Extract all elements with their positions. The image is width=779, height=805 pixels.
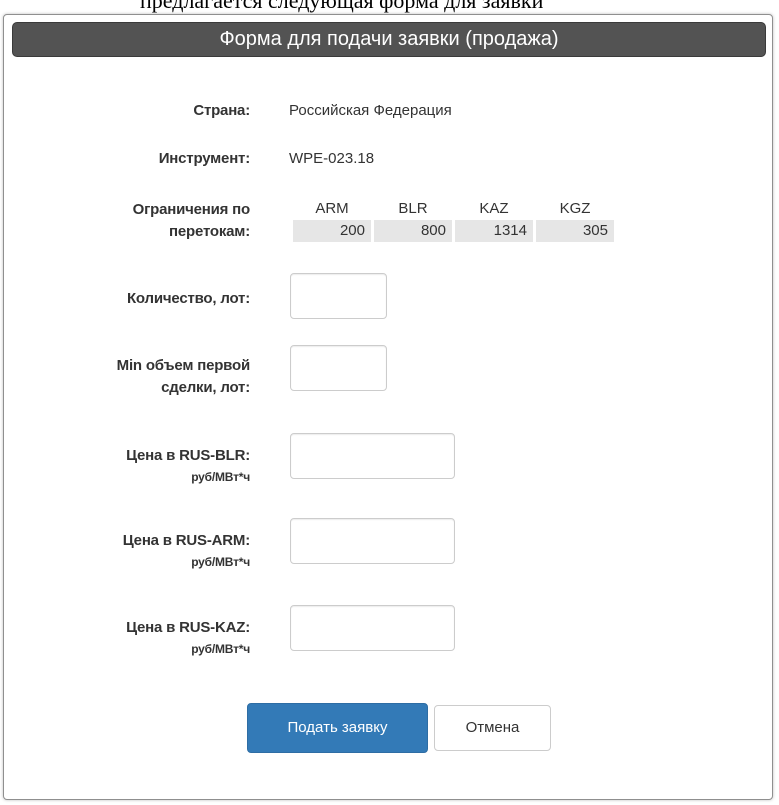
flow-limit-cell: 800 — [374, 220, 452, 242]
price-kaz-label-text: Цена в RUS-KAZ: — [126, 619, 250, 636]
price-arm-unit: руб/МВт*ч — [191, 555, 250, 569]
min-first-deal-input[interactable] — [290, 345, 387, 391]
cancel-button[interactable]: Отмена — [434, 705, 551, 751]
flow-limit-cell: 1314 — [455, 220, 533, 242]
price-arm-label-text: Цена в RUS-ARM: — [122, 532, 250, 549]
price-blr-input[interactable] — [290, 433, 455, 479]
flow-limits-label-line2: перетокам: — [169, 223, 250, 240]
price-kaz-input[interactable] — [290, 605, 455, 651]
quantity-label: Количество, лот: — [126, 290, 250, 307]
flow-limit-cell: 305 — [536, 220, 614, 242]
instrument-label: Инструмент: — [158, 150, 250, 167]
flow-limits-table: ARM BLR KAZ KGZ 200 800 1314 305 — [290, 198, 617, 242]
flow-limit-cell: 200 — [293, 220, 371, 242]
price-blr-label: Цена в RUS-BLR: руб/МВт*ч — [10, 445, 250, 485]
dialog-titlebar[interactable]: Форма для подачи заявки (продажа) — [12, 22, 766, 57]
price-kaz-label: Цена в RUS-KAZ: руб/МВт*ч — [10, 617, 250, 657]
min-first-deal-label-line1: Min объем первой — [116, 357, 251, 374]
min-first-deal-label-line2: сделки, лот: — [161, 379, 250, 396]
page-background-text: предлагается следующая форма для заявки — [140, 0, 544, 13]
country-value: Российская Федерация — [289, 102, 452, 119]
price-arm-label: Цена в RUS-ARM: руб/МВт*ч — [10, 530, 250, 570]
submit-button[interactable]: Подать заявку — [247, 703, 428, 753]
instrument-value: WPE-023.18 — [289, 150, 375, 167]
flow-limit-header: KGZ — [559, 200, 591, 217]
price-blr-label-text: Цена в RUS-BLR: — [126, 447, 250, 464]
flow-limit-header: KAZ — [479, 200, 509, 217]
quantity-input[interactable] — [290, 273, 387, 319]
flow-limits-label-line1: Ограничения по — [132, 201, 251, 218]
flow-limit-header: BLR — [398, 200, 428, 217]
min-first-deal-label: Min объем первой сделки, лот: — [10, 355, 251, 399]
flow-limit-header: ARM — [315, 200, 349, 217]
page-background-text-clip: предлагается следующая форма для заявки — [0, 0, 779, 14]
price-blr-unit: руб/МВт*ч — [191, 470, 250, 484]
dialog-title: Форма для подачи заявки (продажа) — [219, 28, 559, 50]
price-arm-input[interactable] — [290, 518, 455, 564]
country-label: Страна: — [193, 102, 250, 119]
flow-limits-label: Ограничения по перетокам: — [10, 199, 251, 243]
price-kaz-unit: руб/МВт*ч — [191, 642, 250, 656]
order-form-dialog: Форма для подачи заявки (продажа) Страна… — [3, 14, 773, 800]
